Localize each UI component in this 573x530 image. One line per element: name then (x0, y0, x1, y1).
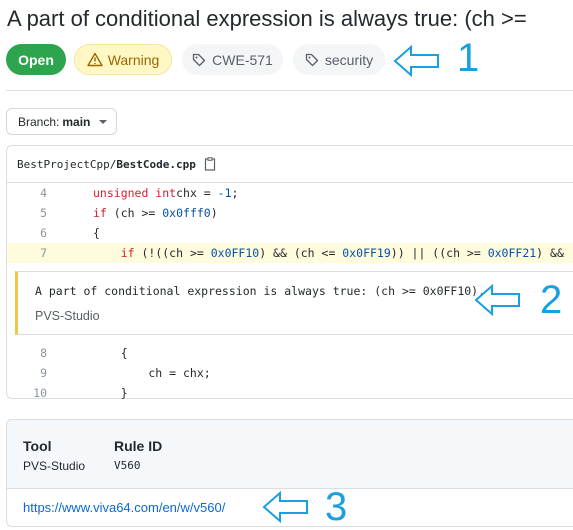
annotation-arrow-icon (262, 491, 308, 523)
alert-tool: PVS-Studio (35, 309, 100, 323)
code-line: 9 ch = chx; (7, 363, 573, 383)
code-token: ) && (ch (536, 246, 573, 260)
line-number[interactable]: 5 (7, 206, 47, 220)
caret-down-icon (99, 119, 108, 124)
code-token: -1 (217, 186, 232, 200)
code-token: ) && (ch <= (259, 246, 343, 260)
warning-icon (86, 52, 103, 67)
code-line: 5 if (ch >= 0x0fff0) (7, 203, 573, 223)
tag-icon (193, 53, 206, 66)
tool-value: PVS-Studio (23, 459, 86, 473)
code-line: 7 if (!((ch >= 0x0FF10) && (ch <= 0x0FF1… (7, 243, 573, 263)
branch-label: Branch: (18, 114, 60, 129)
line-number[interactable]: 6 (7, 226, 47, 240)
line-code: ch = chx; (47, 366, 211, 380)
line-code: } (47, 386, 128, 400)
tag-cwe[interactable]: CWE-571 (182, 44, 283, 75)
line-code: if (ch >= 0x0fff0) (47, 206, 218, 220)
code-line: 6{ (7, 223, 573, 243)
code-token: (!((ch >= (134, 246, 211, 260)
line-code: { (47, 346, 128, 360)
code-token: )) || ((ch >= (390, 246, 488, 260)
code-token: 0x0FF10 (210, 246, 260, 260)
divider (6, 90, 573, 91)
line-number[interactable]: 4 (7, 186, 47, 200)
line-number[interactable]: 7 (7, 246, 47, 260)
tag-label: CWE-571 (212, 51, 273, 68)
file-dir: BestProjectCpp/ (17, 157, 117, 171)
line-code: unsigned intchx = -1; (47, 186, 238, 200)
line-number[interactable]: 10 (7, 386, 47, 400)
code-token: (ch >= (106, 206, 163, 220)
code-token: { (93, 226, 100, 240)
tag-security[interactable]: security (293, 44, 385, 75)
alert-title: A part of conditional expression is alwa… (7, 6, 527, 31)
rule-id-value: V560 (114, 459, 141, 472)
tag-icon (305, 53, 319, 66)
code-line: 8 { (7, 343, 573, 363)
line-number[interactable]: 9 (7, 366, 47, 380)
code-token: ; (231, 186, 239, 200)
tool-label: Tool (23, 438, 52, 454)
code-token: if (120, 246, 135, 260)
annotation-number: 3 (325, 485, 348, 529)
code-token: { (93, 346, 128, 360)
copy-icon[interactable] (204, 157, 216, 171)
branch-selector[interactable]: Branch: main (6, 108, 117, 135)
rule-id-label: Rule ID (114, 438, 163, 454)
rule-help-link[interactable]: https://www.viva64.com/en/w/v560/ (23, 500, 225, 515)
details-meta: Tool PVS-Studio Rule ID V560 (7, 420, 573, 489)
severity-label: Warning (107, 51, 160, 68)
code-token: ) (210, 206, 218, 220)
code-token: 0x0fff0 (162, 206, 211, 220)
annotation-number: 2 (540, 278, 563, 322)
severity-badge: Warning (74, 44, 172, 75)
code-token: 0x0FF19 (342, 246, 391, 260)
code-token: if (93, 206, 107, 220)
branch-value: main (62, 114, 91, 129)
annotation-arrow-icon (474, 284, 520, 316)
code-token: } (93, 386, 128, 400)
code-card: BestProjectCpp/BestCode.cpp 4 unsigned in… (6, 145, 573, 400)
code-line: 4 unsigned intchx = -1; (7, 183, 573, 203)
alert-message: A part of conditional expression is alwa… (35, 284, 486, 298)
annotation-number: 1 (457, 36, 480, 80)
code-token: unsigned int (93, 186, 177, 200)
line-code: { (47, 226, 100, 240)
annotation-arrow-icon (393, 45, 439, 77)
code-token: 0x0FF21 (487, 246, 537, 260)
code-line: 10 } (7, 383, 573, 403)
file-name: BestCode.cpp (116, 157, 196, 171)
status-badge: Open (6, 44, 66, 75)
file-header: BestProjectCpp/BestCode.cpp (7, 146, 573, 183)
line-number[interactable]: 8 (7, 346, 47, 360)
file-path[interactable]: BestProjectCpp/BestCode.cpp (17, 158, 196, 171)
code-token: ch = chx; (93, 366, 211, 380)
code-token: chx = (176, 186, 218, 200)
tag-label: security (324, 51, 374, 68)
line-code: if (!((ch >= 0x0FF10) && (ch <= 0x0FF19)… (47, 246, 573, 260)
